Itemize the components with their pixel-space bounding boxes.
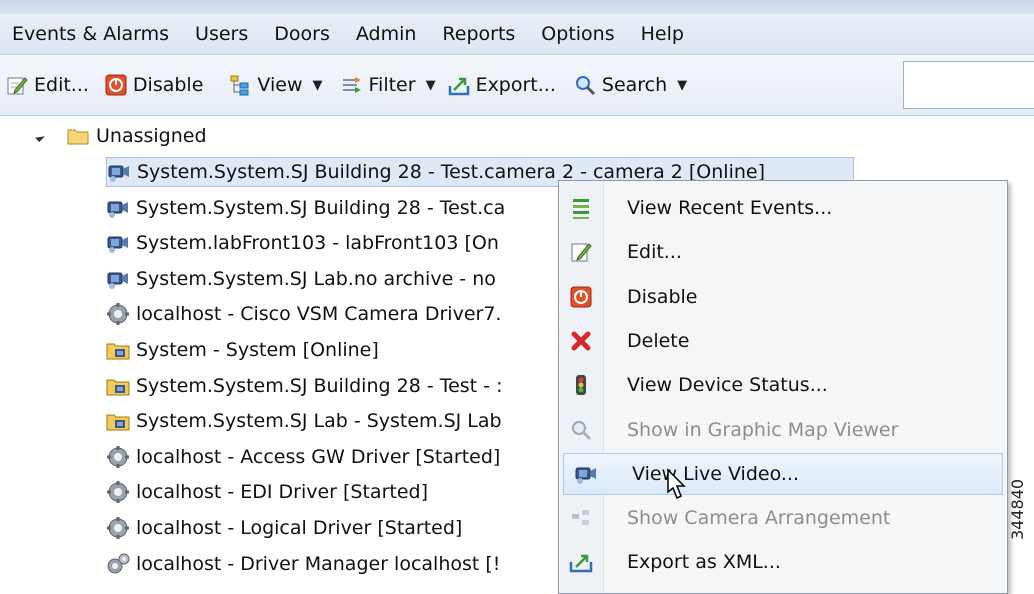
- camera-icon: [107, 236, 128, 254]
- menu-doors[interactable]: Doors: [261, 23, 343, 45]
- context-menu-item-label: Disable: [627, 285, 698, 308]
- edit-label: Edit...: [34, 74, 89, 96]
- map-viewer-icon: [572, 420, 592, 440]
- tree-item-label: localhost - EDI Driver [Started]: [136, 481, 428, 504]
- view-tree-icon: [230, 75, 249, 96]
- tree-item-label: System.System.SJ Lab.no archive - no: [136, 267, 496, 290]
- tree-item-label: System.System.SJ Building 28 - Test - :: [136, 374, 503, 397]
- camera-icon: [108, 165, 129, 182]
- view-dropdown-arrow-icon[interactable]: ▼: [313, 78, 323, 93]
- search-label: Search: [601, 74, 668, 96]
- context-menu-item[interactable]: View Live Video...: [563, 452, 1003, 495]
- edit-icon: [7, 77, 28, 95]
- folder-icon: [67, 129, 89, 145]
- search-button[interactable]: Search ▼: [574, 74, 687, 96]
- filter-label: Filter: [368, 74, 416, 96]
- menu-admin[interactable]: Admin: [343, 23, 430, 45]
- export-icon: [448, 77, 469, 96]
- menu-options[interactable]: Options: [528, 23, 627, 45]
- context-menu-item-label: View Device Status...: [627, 374, 828, 397]
- context-menu: View Recent Events... Edit... Disable Delet…: [558, 180, 1008, 594]
- tree-item[interactable]: localhost - Access GW Driver [Started]: [106, 442, 500, 472]
- filter-dropdown-arrow-icon[interactable]: ▼: [426, 78, 436, 93]
- filter-button[interactable]: Filter ▼: [341, 74, 436, 96]
- view-label: View: [257, 74, 303, 96]
- gear-icon: [107, 303, 129, 326]
- tree-item[interactable]: System.System.SJ Building 28 - Test.ca: [106, 193, 505, 223]
- traffic-light-icon: [576, 375, 586, 396]
- search-input[interactable]: [903, 61, 1034, 109]
- tree-item-label: localhost - Logical Driver [Started]: [136, 517, 463, 539]
- tree-node-unassigned[interactable]: Unassigned: [66, 121, 207, 151]
- menu-bar: Events & Alarms Users Doors Admin Report…: [0, 14, 1034, 55]
- export-button[interactable]: Export...: [448, 74, 556, 96]
- tree-item[interactable]: System.System.SJ Building 28 - Test - :: [106, 371, 502, 401]
- context-menu-item-label: View Live Video...: [632, 462, 799, 485]
- camera-icon: [107, 272, 128, 289]
- context-menu-item[interactable]: Export as XML...: [559, 541, 1007, 583]
- context-menu-item[interactable]: Disable: [559, 276, 1007, 318]
- tree-item[interactable]: localhost - EDI Driver [Started]: [106, 477, 428, 507]
- gear-icon: [107, 517, 129, 539]
- arrangement-icon: [572, 510, 589, 526]
- menu-events-alarms[interactable]: Events & Alarms: [0, 23, 182, 45]
- gear-icon: [107, 445, 129, 468]
- disable-icon: [570, 286, 592, 308]
- gear-icon: [107, 481, 129, 504]
- window-title-strip: [0, 0, 1034, 14]
- tree-item[interactable]: localhost - Driver Manager localhost [!: [106, 549, 500, 579]
- tree-item[interactable]: localhost - Cisco VSM Camera Driver7.: [106, 299, 501, 329]
- context-menu-item[interactable]: Edit...: [559, 231, 1007, 273]
- view-button[interactable]: View ▼: [229, 74, 323, 96]
- tree-item-label: localhost - Access GW Driver [Started]: [136, 445, 501, 468]
- tree-item-label: localhost - Driver Manager localhost [!: [136, 552, 501, 575]
- tree-item-label: localhost - Cisco VSM Camera Driver7.: [136, 303, 502, 326]
- disable-label: Disable: [132, 74, 204, 96]
- menu-reports[interactable]: Reports: [429, 23, 528, 45]
- search-icon: [575, 76, 595, 96]
- disable-icon: [105, 74, 127, 96]
- export-label: Export...: [475, 74, 556, 96]
- export-icon: [569, 555, 593, 573]
- context-menu-item[interactable]: Delete: [559, 320, 1007, 362]
- context-menu-item-label: Show in Graphic Map Viewer: [627, 418, 899, 441]
- mouse-cursor-icon: [667, 468, 686, 500]
- menu-help[interactable]: Help: [628, 23, 697, 45]
- context-menu-item-label: Show Camera Arrangement: [627, 507, 891, 530]
- filter-icon: [342, 77, 361, 93]
- edit-icon: [571, 243, 592, 262]
- gears-icon: [107, 553, 130, 574]
- edit-button[interactable]: Edit...: [6, 74, 89, 96]
- tree-item-label: System.labFront103 - labFront103 [On: [136, 232, 499, 255]
- folder-camera-icon: [106, 379, 130, 396]
- tree-item[interactable]: localhost - Logical Driver [Started]: [106, 513, 462, 543]
- events-list-icon: [573, 199, 589, 219]
- tree-item-label: System - System [Online]: [136, 339, 379, 361]
- tree-item[interactable]: System - System [Online]: [106, 335, 379, 365]
- folder-camera-icon: [106, 343, 130, 360]
- delete-icon: [571, 331, 591, 351]
- context-menu-item: Show in Graphic Map Viewer: [559, 409, 1007, 451]
- tree-item[interactable]: System.System.SJ Lab.no archive - no: [106, 264, 496, 294]
- tree-item-label: System.System.SJ Building 28 - Test.ca: [136, 196, 506, 219]
- tree-item[interactable]: System.System.SJ Lab - System.SJ Lab: [106, 406, 502, 436]
- disable-button[interactable]: Disable: [105, 74, 203, 96]
- figure-number: 344840: [1008, 478, 1027, 540]
- context-menu-item-label: View Recent Events...: [627, 197, 833, 219]
- camera-icon: [575, 467, 596, 484]
- tree-item[interactable]: System.labFront103 - labFront103 [On: [106, 228, 499, 258]
- toolbar: Edit... Disable View ▼ Filter ▼ Export..…: [0, 55, 1034, 116]
- context-menu-item[interactable]: View Device Status...: [559, 364, 1007, 406]
- folder-camera-icon: [106, 414, 130, 431]
- tree-node-label: Unassigned: [96, 125, 207, 147]
- context-menu-item-label: Edit...: [627, 241, 682, 264]
- tree-item-label: System.System.SJ Lab - System.SJ Lab: [136, 410, 502, 433]
- context-menu-item: Show Camera Arrangement: [559, 497, 1007, 539]
- context-menu-item-label: Export as XML...: [627, 551, 781, 574]
- context-menu-item-label: Delete: [627, 329, 690, 352]
- search-dropdown-arrow-icon[interactable]: ▼: [677, 78, 687, 93]
- camera-icon: [107, 201, 128, 218]
- context-menu-item[interactable]: View Recent Events...: [559, 187, 1007, 229]
- menu-users[interactable]: Users: [182, 23, 261, 45]
